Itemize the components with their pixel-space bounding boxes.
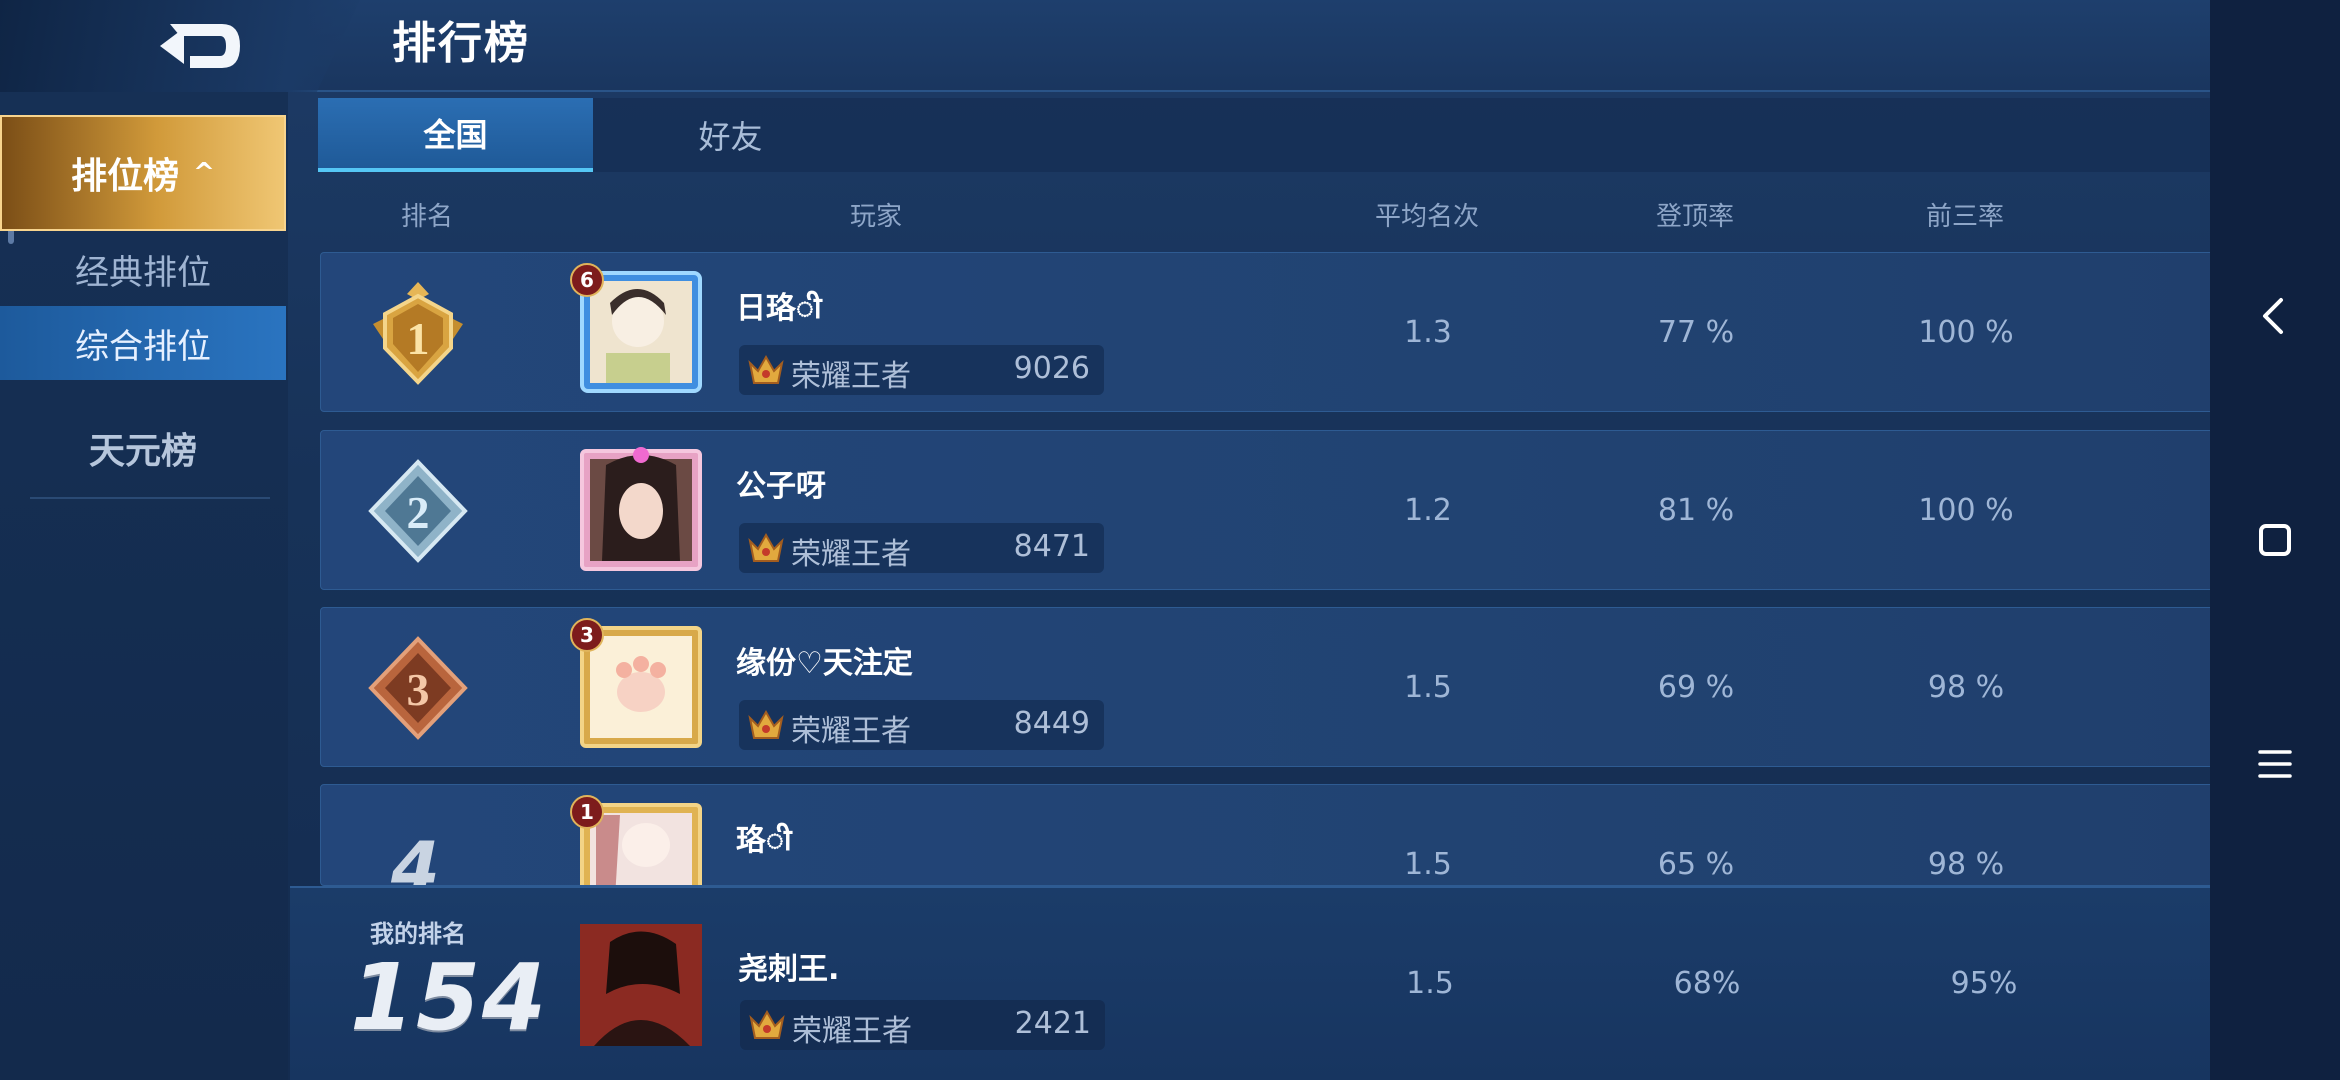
player-name: 公子呀 [736,469,826,504]
player-name: 缘份♡天注定 [736,646,913,681]
column-header-avg-place: 平均名次 [1374,202,1479,232]
sidebar-item-label: 天元榜 [88,431,197,472]
top-rate: 68% [1673,966,1741,1001]
king-crown-icon [748,709,784,739]
tier-badge: 荣耀王者 8449 [739,700,1104,750]
tab-national[interactable]: 全国 [318,98,593,172]
avg-place: 1.5 [1404,670,1452,705]
tier-badge: 荣耀王者 9026 [739,345,1104,395]
menu-icon[interactable] [2245,734,2305,794]
tier-name: 荣耀王者 [791,359,911,394]
system-nav-bar [2210,0,2340,1080]
chevron-left-icon[interactable] [2245,286,2305,346]
player-name: 珞ी [736,823,792,858]
top3-rate: 100 % [1918,493,2014,528]
column-header-top-rate: 登顶率 [1655,202,1734,232]
king-crown-icon [749,1009,785,1039]
top-bar: 排行榜 [0,0,2210,92]
my-avatar-image [580,924,702,1046]
top3-rate: 98 % [1927,847,2005,882]
avatar[interactable]: 6 [570,263,706,397]
rank-number: 2 [407,487,430,538]
king-crown-icon [748,532,784,562]
tier-name: 荣耀王者 [792,1014,912,1049]
frame-level-badge: 3 [570,618,604,652]
silver-medal-icon: 2 [368,459,468,563]
sidebar-item-overall-rank[interactable]: 综合排位 [0,306,286,380]
column-header-rank: 排名 [400,202,453,232]
sidebar-item-rank-board[interactable]: 排位榜 ^ [0,115,286,231]
rank-number: 4 [391,827,440,886]
tab-friends[interactable]: 好友 [593,98,868,172]
king-crown-icon [748,354,784,384]
player-name: 尧刺王. [738,952,840,987]
chevron-up-icon: ^ [193,158,215,188]
rank-number: 3 [407,664,430,715]
table-row[interactable]: 3 3 缘份♡天注定 荣耀王者 8449 1.5 69 % 98 % [320,607,2218,767]
divider [30,497,270,499]
avg-place: 1.2 [1404,493,1452,528]
column-header-player: 玩家 [849,202,902,232]
gold-medal-icon: 1 [373,282,463,385]
sidebar-item-tianyuan[interactable]: 天元榜 [0,398,286,498]
rank-number: 1 [407,313,430,364]
top3-rate: 95% [1950,966,2018,1001]
avatar-frame [580,447,702,571]
sidebar-item-classic-rank[interactable]: 经典排位 [0,232,286,306]
frame-level-badge: 6 [570,263,604,297]
sidebar-item-label: 排位榜 [71,156,180,197]
top-rate: 81 % [1657,493,1735,528]
square-icon[interactable] [2245,510,2305,570]
avatar[interactable] [580,924,702,1046]
my-rank-bar: 我的排名 154 尧刺王. 荣耀王者 2421 1.5 68% 95% [290,886,2218,1080]
tier-badge: 荣耀王者 8471 [739,523,1104,573]
top-rate: 69 % [1657,670,1735,705]
player-name: 日珞ी [736,291,822,326]
tier-score: 8449 [1013,706,1090,741]
avatar[interactable]: 1 [570,795,706,885]
tier-name: 荣耀王者 [791,537,911,572]
column-header-top3-rate: 前三率 [1925,202,2004,232]
my-rank-number: 154 [350,944,549,1051]
top-rate: 77 % [1657,315,1735,350]
tier-badge: 荣耀王者 2421 [740,1000,1105,1050]
avatar[interactable]: 3 [570,618,706,752]
table-row[interactable]: 4 1 珞ी 1.5 65 % 98 % [320,784,2218,886]
page-title: 排行榜 [392,18,530,69]
bronze-medal-icon: 3 [368,636,468,740]
frame-level-badge: 1 [570,795,604,829]
sidebar-item-label: 综合排位 [75,326,211,367]
top3-rate: 98 % [1927,670,2005,705]
tab-bar: 全国 好友 [318,98,2218,172]
avg-place: 1.5 [1404,847,1452,882]
top3-rate: 100 % [1918,315,2014,350]
tier-score: 9026 [1013,351,1090,386]
avg-place: 1.3 [1404,315,1452,350]
top-rate: 65 % [1657,847,1735,882]
table-row[interactable]: 2 公子呀 荣耀王者 8471 1.2 81 % 100 % [320,430,2218,590]
avatar[interactable] [576,445,706,575]
table-row[interactable]: 1 6 日珞ी 荣耀王者 9026 1.3 77 % 100 % [320,252,2218,412]
tier-score: 8471 [1013,529,1090,564]
tier-name: 荣耀王者 [791,714,911,749]
back-arrow-icon[interactable] [150,14,250,78]
sidebar-item-label: 经典排位 [75,252,211,293]
tier-score: 2421 [1014,1006,1091,1041]
avg-place: 1.5 [1406,966,1454,1001]
